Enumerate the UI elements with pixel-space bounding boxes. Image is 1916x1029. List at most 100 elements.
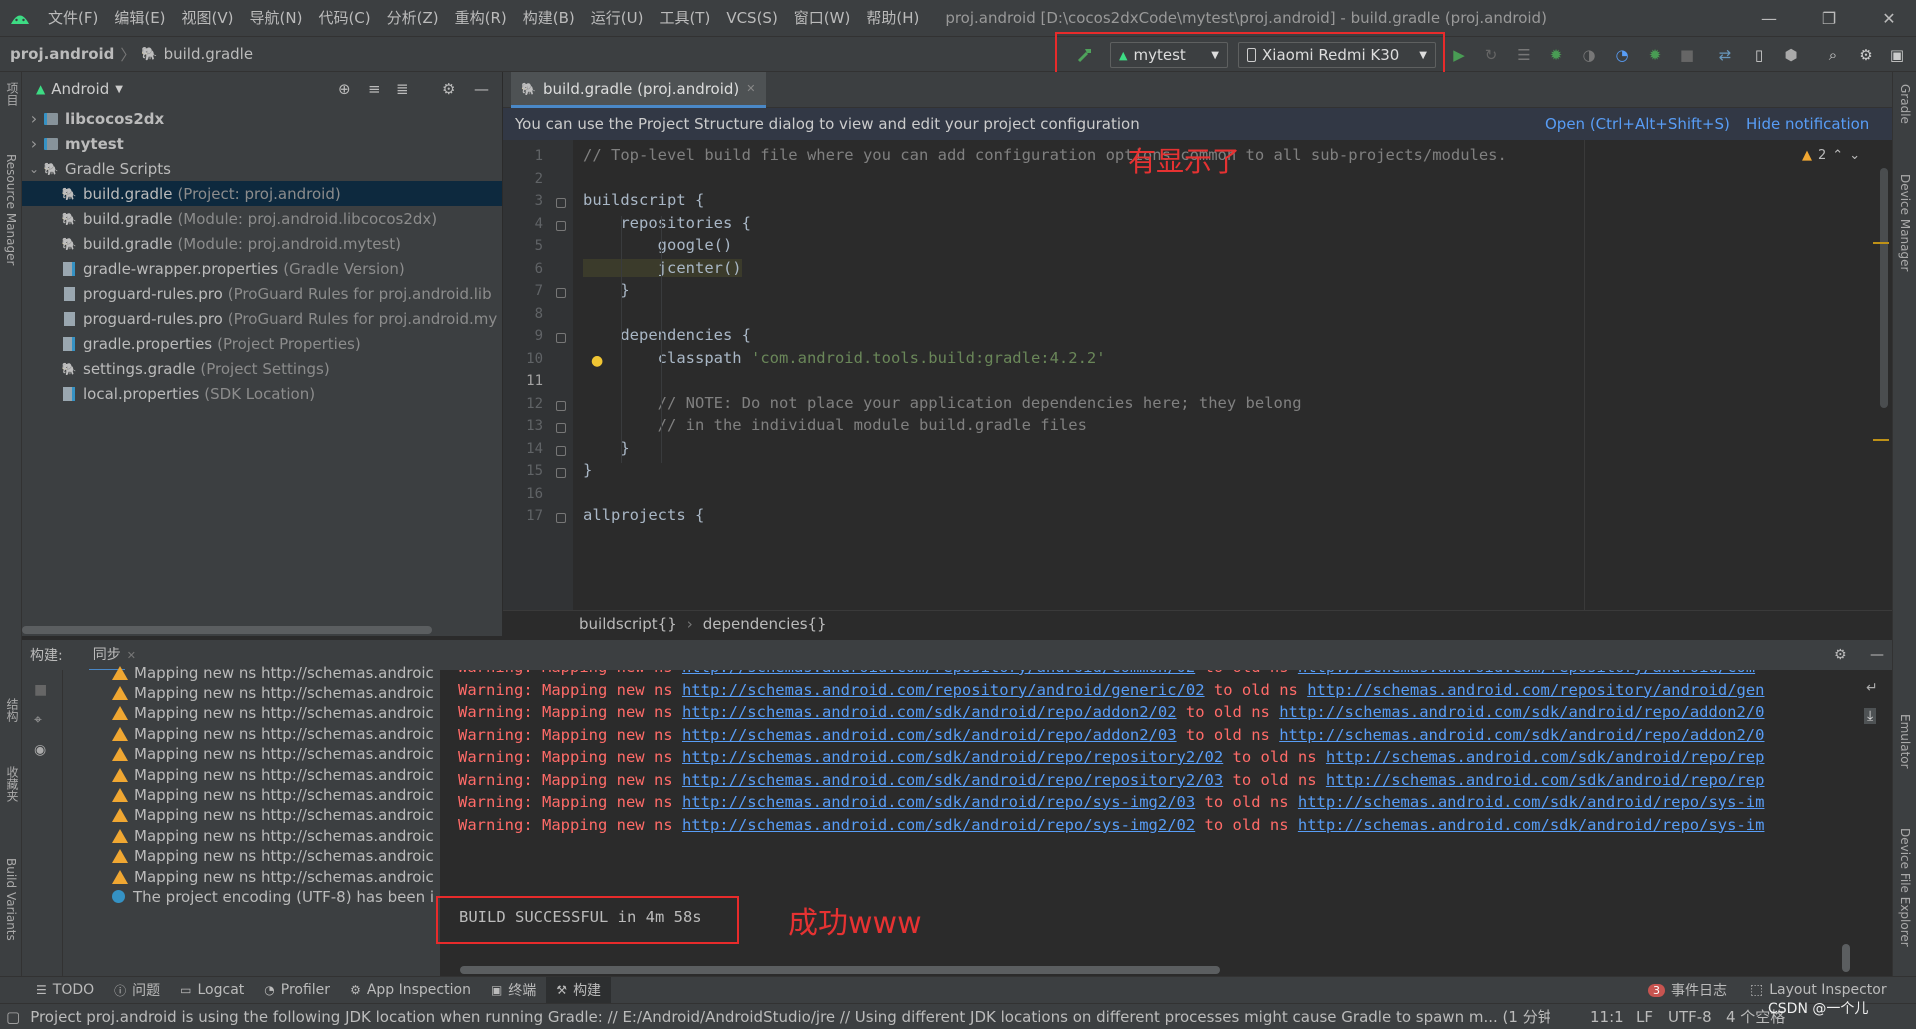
status-toggle-icon[interactable]: ▢ [6,1008,20,1026]
hide-panel-icon[interactable]: — [1870,647,1884,663]
scroll-to-end-icon[interactable]: ⤓ [1864,708,1877,724]
breadcrumb-item[interactable]: dependencies{} [703,615,827,633]
menu-item[interactable]: 运行(U) [583,0,652,36]
settings-gear-icon[interactable]: ⚙ [1834,647,1847,663]
console-link[interactable]: http://schemas.android.com/sdk/android/r… [682,816,1195,834]
soft-wrap-icon[interactable]: ↵ [1866,680,1878,696]
menu-item[interactable]: 构建(B) [515,0,583,36]
menu-item[interactable]: VCS(S) [718,0,785,36]
chevron-down-icon[interactable]: ⌄ [1849,148,1860,163]
project-tree-item[interactable]: › libcocos2dx [22,106,502,131]
project-tree-item[interactable]: proguard-rules.pro (ProGuard Rules for pr… [22,306,502,331]
device-select[interactable]: Xiaomi Redmi K30 ▼ [1238,42,1436,68]
fold-marker-icon[interactable] [556,468,566,478]
console-link[interactable]: http://schemas.android.com/sdk/android/r… [682,771,1223,789]
console-horizontal-scrollbar[interactable] [460,966,1220,974]
menu-item[interactable]: 视图(V) [174,0,242,36]
make-project-hammer-icon[interactable] [1074,44,1096,66]
build-tree-item[interactable]: The project encoding (UTF-8) has been i [112,884,440,909]
menu-item[interactable]: 帮助(H) [858,0,927,36]
event-log-button[interactable]: 3 事件日志 [1648,980,1727,1000]
user-avatar-icon[interactable]: ▣ [1886,44,1908,66]
chevron-down-icon[interactable]: ▼ [115,84,123,95]
code-editor[interactable]: // Top-level build file where you can ad… [573,140,1873,610]
sdk-manager-icon[interactable]: ⬢ [1780,44,1802,66]
project-tree-item[interactable]: gradle.properties (Project Properties) [22,331,502,356]
status-message[interactable]: Project proj.android is using the follow… [30,1006,1550,1027]
locate-file-icon[interactable]: ⊕ [338,80,351,98]
line-separator[interactable]: LF [1636,1008,1653,1026]
project-tool-tab[interactable]: 项目 [4,82,21,106]
bottom-tool-info[interactable]: ⓘ 问题 [104,977,170,1004]
build-variants-tool-tab[interactable]: Build Variants [4,858,18,941]
hide-notification-link[interactable]: Hide notification [1746,115,1869,133]
maximize-button[interactable]: ❐ [1806,0,1852,36]
debug-bug-icon[interactable]: ✹ [1545,44,1567,66]
search-icon[interactable]: ⌕ [1822,44,1844,66]
editor-tab-build-gradle[interactable]: 🐘 build.gradle (proj.android) ✕ [511,72,766,108]
bottom-tool-profiler[interactable]: ◔ Profiler [254,977,340,1004]
project-tree-item[interactable]: ⌄ 🐘 Gradle Scripts [22,156,502,181]
chevron-down-icon[interactable]: ⌄ [26,162,42,176]
project-tree-item[interactable]: 🐘 build.gradle (Module: proj.android.libco… [22,206,502,231]
menu-item[interactable]: 代码(C) [310,0,378,36]
console-link[interactable]: http://schemas.android.com/sdk/android/r… [1298,793,1765,811]
menu-item[interactable]: 窗口(W) [786,0,859,36]
close-tab-icon[interactable]: ✕ [746,82,755,95]
chevron-right-icon[interactable]: › [26,109,42,128]
editor-vertical-scrollbar[interactable] [1880,168,1888,408]
warning-stripe-marker[interactable] [1873,439,1889,441]
bottom-tool-terminal[interactable]: ▣ 终端 [481,977,546,1004]
collapse-all-icon[interactable]: ≣ [396,80,409,98]
apply-code-changes-icon[interactable]: ☰ [1513,44,1535,66]
console-vertical-scrollbar[interactable] [1842,944,1850,972]
project-view-selector[interactable]: Android [51,80,109,98]
fold-marker-icon[interactable] [556,333,566,343]
bottom-tool-logcat[interactable]: ▭ Logcat [170,977,254,1004]
breadcrumb-file[interactable]: build.gradle [164,45,253,63]
menu-item[interactable]: 文件(F) [40,0,106,36]
project-tree-item[interactable]: gradle-wrapper.properties (Gradle Version… [22,256,502,281]
sync-gradle-icon[interactable]: ⇄ [1714,44,1736,66]
console-link[interactable]: http://schemas.android.com/sdk/android/r… [1279,703,1764,721]
close-button[interactable]: ✕ [1866,0,1912,36]
settings-gear-icon[interactable]: ⚙ [442,80,455,98]
bottom-tool-list[interactable]: ☰ TODO [26,977,104,1004]
console-link[interactable]: http://schemas.android.com/sdk/android/r… [1326,748,1765,766]
bottom-tool-hammer[interactable]: ⚒ 构建 [546,976,612,1004]
run-config-select[interactable]: ▲ mytest ▼ [1110,42,1228,68]
layout-inspector-button[interactable]: ⬚ Layout Inspector [1750,982,1887,998]
fold-marker-icon[interactable] [556,198,566,208]
open-project-structure-link[interactable]: Open (Ctrl+Alt+Shift+S) [1545,115,1730,133]
project-tree-item[interactable]: › mytest [22,131,502,156]
project-tree-item[interactable]: local.properties (SDK Location) [22,381,502,406]
console-link[interactable]: http://schemas.android.com/sdk/android/r… [682,726,1177,744]
file-encoding[interactable]: UTF-8 [1668,1008,1712,1026]
favorites-tool-tab[interactable]: 收藏夹 [4,766,21,802]
hide-panel-icon[interactable]: — [474,80,489,98]
fold-marker-icon[interactable] [556,220,566,231]
breadcrumb-item[interactable]: buildscript{} [579,615,677,633]
attach-debugger-icon[interactable]: ✹ [1644,44,1666,66]
console-link[interactable]: http://schemas.android.com/sdk/android/r… [682,748,1223,766]
menu-item[interactable]: 重构(R) [447,0,515,36]
project-tree-item[interactable]: 🐘 build.gradle (Project: proj.android) [22,181,502,206]
fold-marker-icon[interactable] [556,513,566,523]
project-tree-item[interactable]: proguard-rules.pro (ProGuard Rules for pr… [22,281,502,306]
device-manager-icon[interactable]: ▯ [1748,44,1770,66]
console-link[interactable]: http://schemas.android.com/repository/an… [682,681,1205,699]
stop-icon[interactable]: ■ [34,682,47,698]
pin-icon[interactable]: ⌖ [34,712,42,728]
chevron-up-icon[interactable]: ⌃ [1832,148,1843,163]
run-icon[interactable]: ▶ [1448,44,1470,66]
device-file-explorer-tool-tab[interactable]: Device File Explorer [1898,828,1912,947]
console-link[interactable]: http://schemas.android.com/sdk/android/r… [682,703,1177,721]
bottom-tool-inspection[interactable]: ⚙ App Inspection [340,977,481,1004]
device-manager-tool-tab[interactable]: Device Manager [1898,174,1912,271]
resource-manager-tool-tab[interactable]: Resource Manager [4,154,18,265]
expand-all-icon[interactable]: ≡ [368,80,381,98]
menu-item[interactable]: 编辑(E) [106,0,173,36]
project-tree-item[interactable]: 🐘 settings.gradle (Project Settings) [22,356,502,381]
warning-stripe-marker[interactable] [1873,242,1889,244]
structure-tool-tab[interactable]: 结构 [4,698,21,722]
